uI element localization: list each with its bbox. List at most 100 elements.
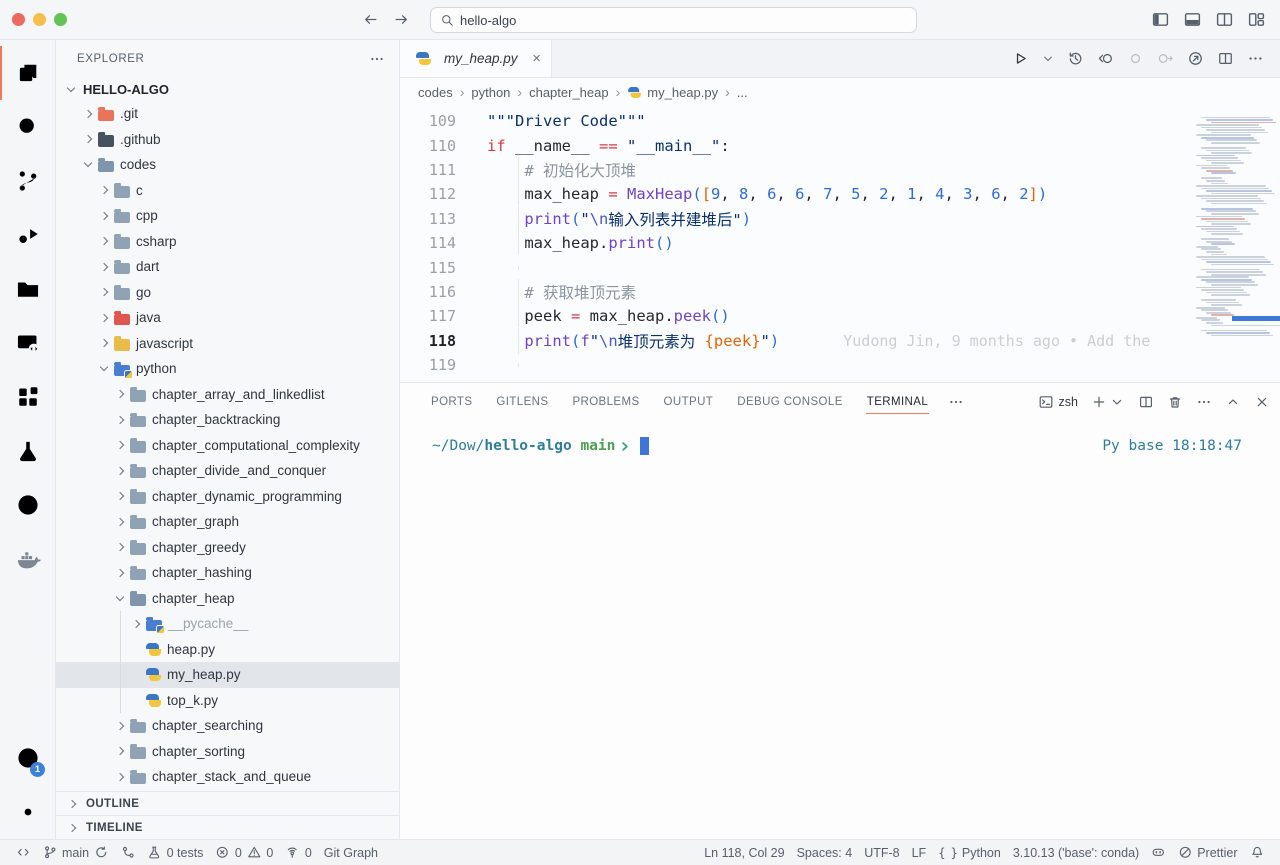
tree-item-chapter-dynamic-programming[interactable]: chapter_dynamic_programming (56, 484, 399, 510)
tree-item-chapter-array-and-linkedlist[interactable]: chapter_array_and_linkedlist (56, 382, 399, 408)
panel-tab-debug-console[interactable]: DEBUG CONSOLE (727, 383, 853, 420)
activity-settings[interactable] (0, 785, 55, 839)
run-dropdown[interactable] (1042, 53, 1054, 65)
tree-root-hello-algo[interactable]: HELLO-ALGO (56, 78, 399, 101)
run-python-file-button[interactable] (1012, 50, 1029, 67)
tree-item-chapter-searching[interactable]: chapter_searching (56, 713, 399, 739)
timeline-section[interactable]: TIMELINE (56, 815, 399, 839)
tree-item-javascript[interactable]: javascript (56, 331, 399, 357)
status-copilot[interactable] (1145, 845, 1172, 860)
status-prettier[interactable]: Prettier (1172, 845, 1244, 860)
tree-item-chapter-computational-complexity[interactable]: chapter_computational_complexity (56, 433, 399, 459)
status-git-branch[interactable]: main (37, 840, 115, 865)
tree-item-chapter-divide-and-conquer[interactable]: chapter_divide_and_conquer (56, 458, 399, 484)
breadcrumb-item-codes[interactable]: codes (418, 85, 453, 100)
tree-item-chapter-graph[interactable]: chapter_graph (56, 509, 399, 535)
tree-item-go[interactable]: go (56, 280, 399, 306)
breadcrumb-item-python[interactable]: python (471, 85, 510, 100)
status-python-interpreter[interactable]: 3.10.13 ('base': conda) (1007, 846, 1145, 860)
status-tests[interactable]: 0 tests (141, 840, 209, 865)
status-language-mode[interactable]: { }Python (932, 846, 1007, 860)
file-history-icon[interactable] (1067, 50, 1084, 67)
customize-layout-icon[interactable] (1247, 10, 1266, 29)
tree-item-chapter-heap[interactable]: chapter_heap (56, 586, 399, 612)
more-actions-icon[interactable] (1247, 50, 1264, 67)
status-cursor-position[interactable]: Ln 118, Col 29 (698, 846, 790, 860)
activity-accounts[interactable]: 1 (0, 731, 55, 785)
minimap[interactable] (1188, 106, 1280, 382)
tree-item-chapter-greedy[interactable]: chapter_greedy (56, 535, 399, 561)
tree-item-csharp[interactable]: csharp (56, 229, 399, 255)
tree-item--pycache-[interactable]: __pycache__ (56, 611, 399, 637)
navigate-forward-icon[interactable] (393, 11, 410, 28)
tree-item--github[interactable]: .github (56, 127, 399, 153)
panel-more-actions-icon[interactable] (1196, 394, 1212, 410)
close-window-button[interactable] (12, 13, 25, 26)
tree-item-python[interactable]: python (56, 356, 399, 382)
activity-source-control[interactable] (0, 154, 55, 208)
status-eol[interactable]: LF (906, 846, 933, 860)
panel-more-tabs-icon[interactable] (948, 394, 964, 410)
panel-tab-terminal[interactable]: TERMINAL (857, 383, 938, 420)
split-terminal-icon[interactable] (1138, 394, 1154, 410)
toggle-primary-sidebar-icon[interactable] (1151, 10, 1170, 29)
activity-project-manager[interactable] (0, 262, 55, 316)
breadcrumb-item-my-heap-py[interactable]: my_heap.py (627, 85, 718, 100)
close-panel-icon[interactable] (1254, 394, 1270, 410)
terminal-shell-selector[interactable]: zsh (1038, 394, 1078, 410)
maximize-panel-icon[interactable] (1225, 394, 1241, 410)
tree-item-chapter-hashing[interactable]: chapter_hashing (56, 560, 399, 586)
tree-item-my-heap-py[interactable]: my_heap.py (56, 662, 399, 688)
activity-extensions[interactable] (0, 370, 55, 424)
split-editor-layout-icon[interactable] (1215, 10, 1234, 29)
terminal-content[interactable]: ~/Dow/hello-algo main Py base 18:18:47 (400, 420, 1280, 839)
minimize-window-button[interactable] (33, 13, 46, 26)
tree-item-top-k-py[interactable]: top_k.py (56, 688, 399, 714)
code-editor[interactable]: 109"""Driver Code"""110if __name__ == "_… (400, 106, 1280, 382)
open-changes-icon[interactable] (1097, 50, 1114, 67)
outline-section[interactable]: OUTLINE (56, 791, 399, 815)
command-center-search[interactable]: hello-algo (430, 7, 917, 33)
tree-item-chapter-sorting[interactable]: chapter_sorting (56, 739, 399, 765)
status-broadcast[interactable]: 0 (279, 840, 317, 865)
tree-item-heap-py[interactable]: heap.py (56, 637, 399, 663)
panel-tab-ports[interactable]: PORTS (421, 383, 482, 420)
previous-change-icon[interactable] (1127, 50, 1144, 67)
tree-item-java[interactable]: java (56, 305, 399, 331)
activity-run-and-debug[interactable] (0, 208, 55, 262)
new-terminal-icon[interactable] (1091, 394, 1125, 410)
breadcrumb-item--[interactable]: ... (737, 85, 748, 100)
explorer-more-actions-icon[interactable] (369, 51, 385, 67)
status-problems[interactable]: 00 (209, 840, 279, 865)
kill-terminal-icon[interactable] (1167, 394, 1183, 410)
tree-item-codes[interactable]: codes (56, 152, 399, 178)
status-git-graph-indicator[interactable] (115, 840, 142, 865)
panel-tab-problems[interactable]: PROBLEMS (562, 383, 649, 420)
zoom-window-button[interactable] (54, 13, 67, 26)
activity-testing[interactable] (0, 424, 55, 478)
activity-remote-explorer[interactable] (0, 316, 55, 370)
status-remote-indicator[interactable] (10, 840, 37, 865)
tree-item--git[interactable]: .git (56, 101, 399, 127)
toggle-panel-icon[interactable] (1183, 10, 1202, 29)
tree-item-chapter-backtracking[interactable]: chapter_backtracking (56, 407, 399, 433)
activity-explorer[interactable] (0, 46, 55, 100)
tree-item-cpp[interactable]: cpp (56, 203, 399, 229)
status-git-graph-label[interactable]: Git Graph (318, 840, 384, 865)
status-notifications[interactable] (1244, 845, 1271, 860)
status-indentation[interactable]: Spaces: 4 (791, 846, 859, 860)
panel-tab-gitlens[interactable]: GITLENS (486, 383, 558, 420)
status-encoding[interactable]: UTF-8 (858, 846, 905, 860)
activity-search[interactable] (0, 100, 55, 154)
gitlens-graph-icon[interactable] (1187, 50, 1204, 67)
panel-tab-output[interactable]: OUTPUT (654, 383, 724, 420)
tree-item-dart[interactable]: dart (56, 254, 399, 280)
breadcrumb-item-chapter-heap[interactable]: chapter_heap (529, 85, 609, 100)
tree-item-chapter-stack-and-queue[interactable]: chapter_stack_and_queue (56, 764, 399, 790)
navigate-back-icon[interactable] (362, 11, 379, 28)
tree-item-c[interactable]: c (56, 178, 399, 204)
close-tab-icon[interactable]: × (532, 50, 541, 67)
activity-docker[interactable] (0, 532, 55, 586)
tab-my-heap-py[interactable]: my_heap.py × (400, 40, 552, 77)
activity-github[interactable] (0, 478, 55, 532)
